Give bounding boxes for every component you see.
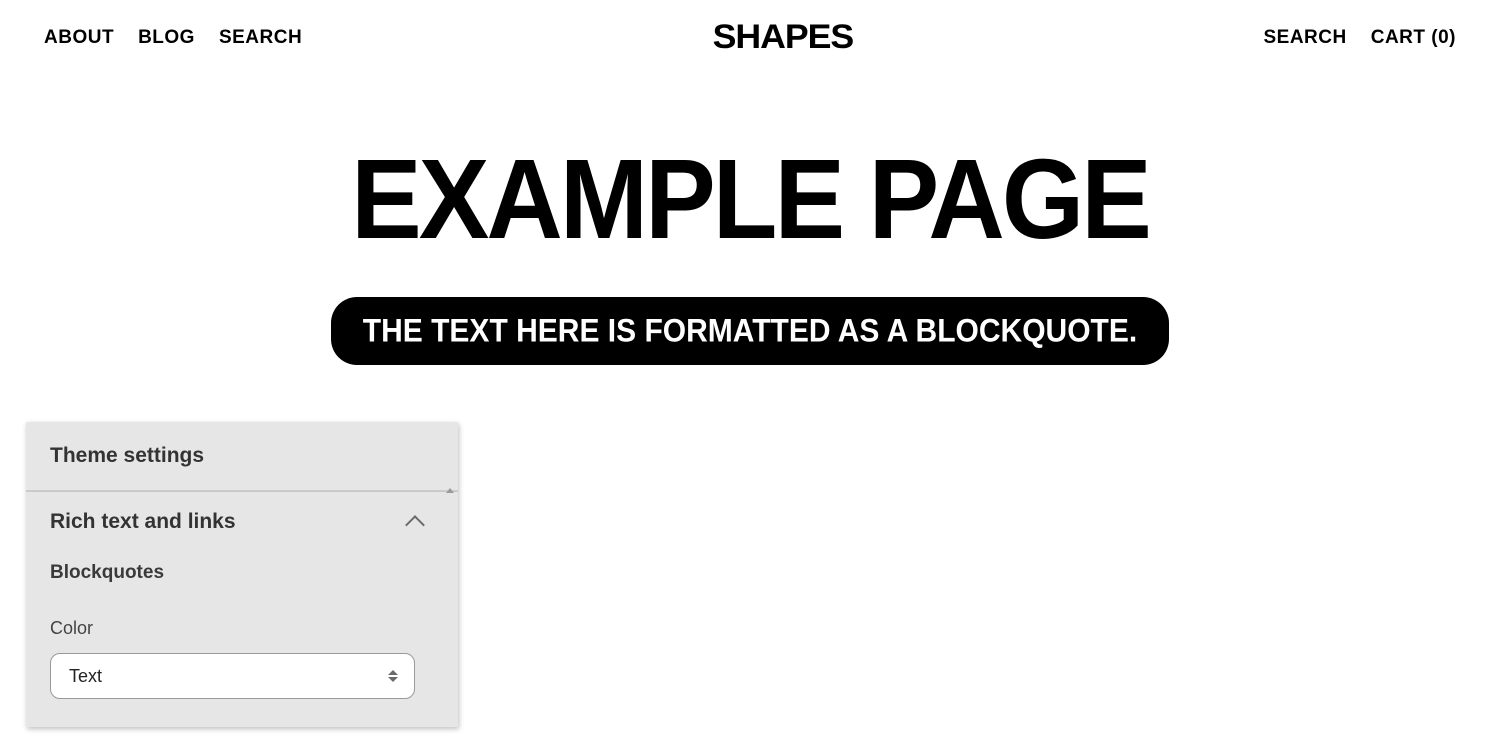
field-label-color: Color xyxy=(50,618,434,639)
nav-link-cart[interactable]: CART (0) xyxy=(1371,27,1456,49)
color-select-value: Text xyxy=(69,666,102,687)
section-toggle-rich-text[interactable]: Rich text and links xyxy=(50,510,434,534)
nav-link-about[interactable]: ABOUT xyxy=(44,27,114,49)
page-title: EXAMPLE PAGE xyxy=(15,142,1485,255)
panel-header: Theme settings xyxy=(26,422,458,491)
theme-settings-panel: Theme settings Rich text and links Block… xyxy=(26,422,458,727)
color-select-wrap: Text xyxy=(50,653,434,699)
section-title: Rich text and links xyxy=(50,510,236,534)
navbar: ABOUT BLOG SEARCH SHAPES SEARCH CART (0) xyxy=(0,0,1500,57)
nav-link-blog[interactable]: BLOG xyxy=(138,27,195,49)
chevron-up-icon xyxy=(405,515,425,535)
panel-divider xyxy=(26,491,458,492)
panel-section-rich-text: Rich text and links Blockquotes Color Te… xyxy=(26,492,458,727)
site-logo[interactable]: SHAPES xyxy=(713,18,854,57)
blockquote-text: THE TEXT HERE IS FORMATTED AS A BLOCKQUO… xyxy=(363,314,1137,351)
nav-right: SEARCH CART (0) xyxy=(1263,27,1456,49)
nav-link-search-right[interactable]: SEARCH xyxy=(1263,27,1346,49)
nav-left: ABOUT BLOG SEARCH xyxy=(44,27,302,49)
blockquote-pill: THE TEXT HERE IS FORMATTED AS A BLOCKQUO… xyxy=(331,297,1169,365)
select-stepper-icon xyxy=(388,670,398,682)
color-select[interactable]: Text xyxy=(50,653,415,699)
nav-link-search-left[interactable]: SEARCH xyxy=(219,27,302,49)
sub-label-blockquotes: Blockquotes xyxy=(50,562,434,584)
